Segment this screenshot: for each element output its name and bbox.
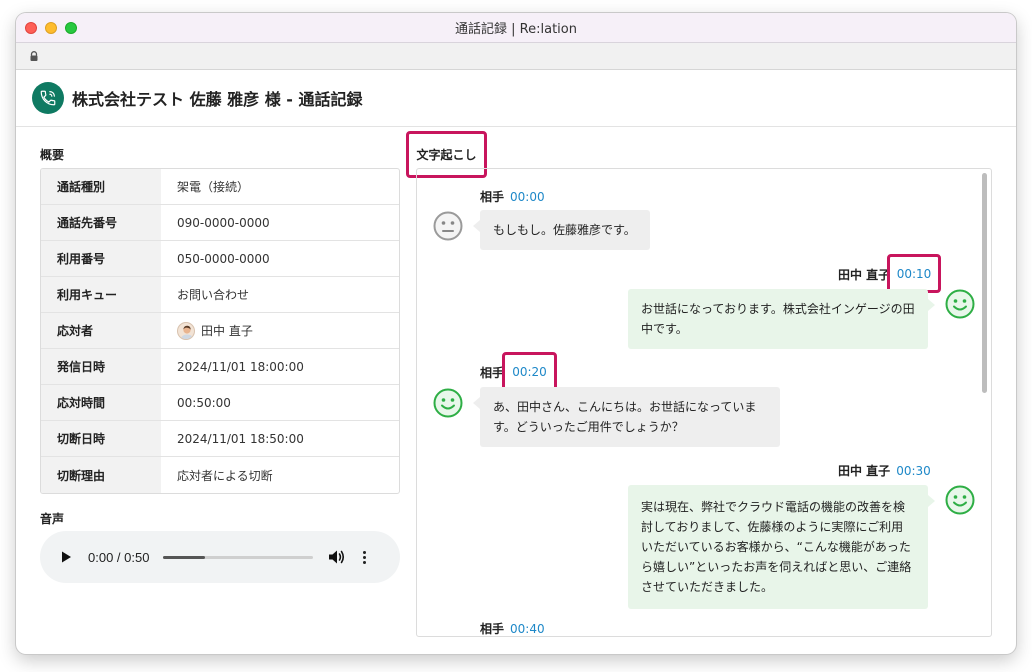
page-header: 株式会社テスト 佐藤 雅彦 様 - 通話記録: [16, 70, 1016, 127]
row-value: 00:50:00: [177, 395, 231, 410]
message-bubble: あ、田中さん、こんにちは。お世話になっています。どういったご用件でしょうか？: [473, 387, 780, 447]
volume-button[interactable]: [327, 547, 347, 567]
play-button[interactable]: [56, 547, 76, 567]
row-key: 切断理由: [41, 457, 161, 493]
row-key: 通話種別: [41, 169, 161, 204]
agent-name: 田中 直子: [201, 324, 253, 338]
minimize-window-button[interactable]: [45, 22, 57, 34]
timestamp-link[interactable]: 00:40: [510, 622, 545, 636]
row-value: 架電（接続）: [177, 180, 250, 194]
title-bar: 通話記録 | Re:lation: [16, 13, 1016, 43]
timestamp-link[interactable]: 00:30: [896, 464, 931, 478]
smile-face-icon: [433, 388, 463, 418]
audio-seek-bar[interactable]: [163, 555, 314, 559]
speaker-label: 相手 00:40: [480, 620, 545, 636]
more-options-icon[interactable]: [361, 547, 367, 567]
page-title: 株式会社テスト 佐藤 雅彦 様 - 通話記録: [72, 90, 363, 109]
row-key: 利用キュー: [41, 277, 161, 312]
audio-label: 音声: [40, 512, 65, 526]
timestamp-link[interactable]: 00:00: [510, 190, 545, 204]
audio-progress: [163, 555, 206, 559]
smile-face-icon: [945, 289, 975, 319]
transcript-panel[interactable]: 相手 00:00 もしもし。佐藤雅彦です。 田中 直子 00:10 お世話になって…: [416, 168, 992, 637]
speaker-label: 相手 00:00: [480, 188, 545, 205]
row-key: 応対者: [41, 313, 161, 348]
row-value: お問い合わせ: [177, 288, 250, 302]
table-row: 応対時間 00:50:00: [41, 385, 399, 421]
row-key: 切断日時: [41, 421, 161, 456]
volume-icon: [329, 550, 345, 564]
speaker-label: 相手: [480, 364, 504, 381]
row-value: 050-0000-0000: [177, 251, 270, 266]
speaker-name: 田中 直子: [838, 268, 891, 282]
timestamp-link[interactable]: 00:10: [887, 254, 941, 293]
speaker-label: 田中 直子: [838, 266, 890, 283]
row-key: 応対時間: [41, 385, 161, 420]
table-row: 通話種別 架電（接続）: [41, 169, 399, 205]
message-bubble: 実は現在、弊社でクラウド電話の機能の改善を検討しておりまして、佐藤様のように実際…: [628, 485, 935, 609]
window-controls: [25, 22, 77, 34]
table-row: 切断理由 応対者による切断: [41, 457, 399, 493]
maximize-window-button[interactable]: [65, 22, 77, 34]
speaker-name: 田中 直子: [838, 464, 891, 478]
browser-window: 通話記録 | Re:lation 株式会社テスト 佐藤 雅彦 様 - 通話記録 …: [16, 13, 1016, 654]
phone-icon: [32, 82, 64, 114]
close-window-button[interactable]: [25, 22, 37, 34]
row-key: 利用番号: [41, 241, 161, 276]
neutral-face-icon: [433, 211, 463, 241]
lock-icon: [30, 51, 38, 61]
transcript-scrollbar[interactable]: [982, 173, 987, 393]
main-content: 概要 通話種別 架電（接続） 通話先番号 090-0000-0000 利用番号 …: [16, 127, 1016, 653]
audio-time: 0:00 / 0:50: [88, 549, 150, 565]
audio-player: 0:00 / 0:50: [40, 531, 400, 583]
row-value: 応対者による切断: [177, 468, 273, 483]
timestamp-link[interactable]: 00:20: [502, 352, 557, 391]
table-row: 切断日時 2024/11/01 18:50:00: [41, 421, 399, 457]
window-title: 通話記録 | Re:lation: [455, 22, 577, 37]
row-value: 090-0000-0000: [177, 215, 270, 230]
row-value: 田中 直子: [161, 313, 399, 348]
speaker-label: 田中 直子 00:30: [838, 462, 931, 479]
row-value: 2024/11/01 18:00:00: [177, 359, 304, 374]
speaker-name: 相手: [480, 366, 505, 380]
call-info-table: 通話種別 架電（接続） 通話先番号 090-0000-0000 利用番号 050…: [40, 168, 400, 494]
overview-label: 概要: [40, 148, 65, 162]
play-icon: [62, 551, 71, 563]
row-key: 通話先番号: [41, 205, 161, 240]
speaker-name: 相手: [480, 190, 505, 204]
avatar: [177, 321, 195, 340]
row-value: 2024/11/01 18:50:00: [177, 431, 304, 446]
table-row: 応対者 田中 直子: [41, 313, 399, 349]
table-row: 利用番号 050-0000-0000: [41, 241, 399, 277]
message-bubble: もしもし。佐藤雅彦です。: [473, 210, 650, 250]
speaker-name: 相手: [480, 622, 505, 636]
smile-face-icon: [945, 485, 975, 515]
table-row: 利用キュー お問い合わせ: [41, 277, 399, 313]
message-bubble: お世話になっております。株式会社インゲージの田中です。: [628, 289, 935, 349]
table-row: 通話先番号 090-0000-0000: [41, 205, 399, 241]
address-bar[interactable]: [16, 43, 1016, 70]
row-key: 発信日時: [41, 349, 161, 384]
table-row: 発信日時 2024/11/01 18:00:00: [41, 349, 399, 385]
